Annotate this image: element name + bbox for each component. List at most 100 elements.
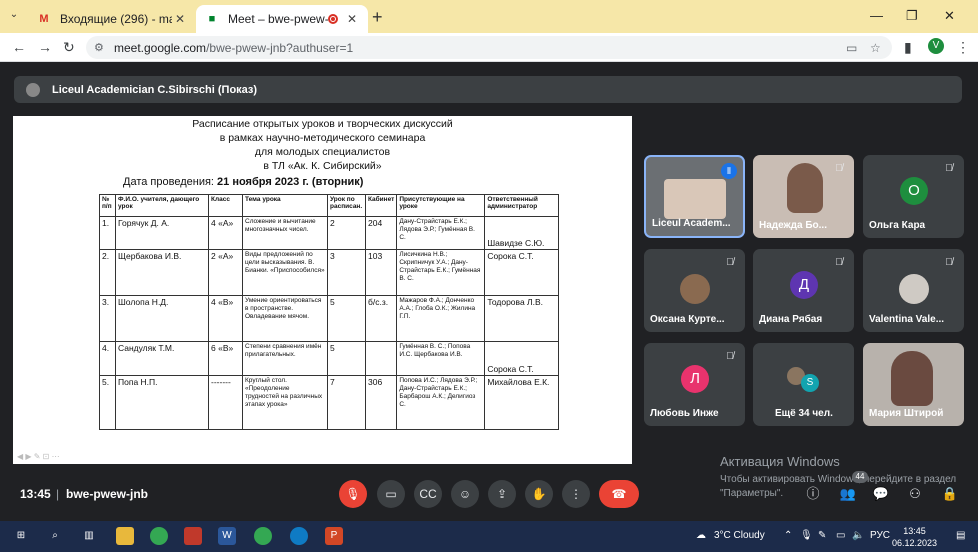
cell-admin: Михайлова Е.К. <box>484 375 560 430</box>
leave-call-button[interactable]: ☎ <box>599 480 639 508</box>
cell-room: 103 <box>364 249 398 296</box>
clock-date: 06.12.2023 <box>892 538 938 548</box>
cell-admin: Сорока С.Т. <box>484 249 560 296</box>
cell-lesson: 5 <box>327 295 366 342</box>
participant-tile[interactable]: 🎙̸ Valentina Vale... <box>863 249 964 332</box>
sidebar-icon[interactable]: ▮ <box>904 39 912 56</box>
pen-tray-icon[interactable]: ✎ <box>818 530 826 541</box>
cell-room: 306 <box>364 375 398 430</box>
activities-icon[interactable]: ⚇ <box>905 484 925 504</box>
powerpoint-icon[interactable]: P <box>325 527 343 545</box>
participant-name: Valentina Vale... <box>869 314 945 325</box>
weather-text[interactable]: 3°C Cloudy <box>714 530 765 541</box>
watermark-title: Активация Windows <box>720 454 840 469</box>
tab-search-icon[interactable]: ⌄ <box>6 9 22 25</box>
screen: ⌄ M Входящие (296) - maria.stiroi@ ✕ ■ M… <box>0 0 978 552</box>
bookmark-star-icon[interactable]: ☆ <box>870 41 881 55</box>
app-icon[interactable] <box>184 527 202 545</box>
notifications-icon[interactable]: ▤ <box>956 530 965 541</box>
video-feed <box>787 163 823 213</box>
cell-class: ------- <box>208 375 243 430</box>
present-button[interactable]: ⇪ <box>488 480 516 508</box>
language-indicator[interactable]: РУС <box>870 530 890 541</box>
close-window-icon[interactable]: ✕ <box>944 8 955 24</box>
shared-screen: Расписание открытых уроков и творческих … <box>13 116 632 464</box>
slide-heading-line: в рамках научно-методического семинара <box>219 132 426 144</box>
chrome-active-icon[interactable] <box>254 527 272 545</box>
presenter-avatar <box>26 82 40 97</box>
info-icon[interactable]: ⓘ <box>803 484 823 504</box>
mic-off-button[interactable]: 🎙 <box>339 480 367 508</box>
muted-mic-icon: 🎙̸ <box>945 163 953 174</box>
column-header: Кабинет <box>364 194 398 217</box>
reload-icon[interactable]: ↻ <box>63 39 75 56</box>
browser-tab-strip: ⌄ M Входящие (296) - maria.stiroi@ ✕ ■ M… <box>0 0 978 33</box>
word-icon[interactable]: W <box>218 527 236 545</box>
participant-tile[interactable]: 🎙̸ Надежда Бо... <box>753 155 854 238</box>
browser-toolbar: ← → ↻ ⚙ meet.google.com/bwe-pwew-jnb?aut… <box>0 33 978 62</box>
cell-class: 4 «В» <box>208 295 243 342</box>
site-settings-icon[interactable]: ⚙ <box>94 41 104 54</box>
volume-icon[interactable]: 🔈 <box>852 530 864 541</box>
back-icon[interactable]: ← <box>12 39 26 55</box>
new-tab-icon[interactable]: + <box>372 7 383 28</box>
participant-tile[interactable]: 🎙̸ О Ольга Кара <box>863 155 964 238</box>
chrome-icon[interactable] <box>150 527 168 545</box>
participant-initial-avatar: S <box>801 374 819 392</box>
meeting-code: bwe-pwew-jnb <box>66 487 148 501</box>
participant-name: Диана Рябая <box>759 314 823 325</box>
raise-hand-button[interactable]: ✋ <box>525 480 553 508</box>
camera-icon[interactable]: ▭ <box>846 41 857 55</box>
restore-icon[interactable]: ❐ <box>906 8 918 24</box>
search-icon[interactable]: ⌕ <box>46 527 64 545</box>
more-options-button[interactable]: ⋮ <box>562 480 590 508</box>
tab-meet[interactable]: ■ Meet – bwe-pwew-jnb ✕ <box>196 5 368 33</box>
table-row: 1. Горячук Д. А. 4 «А» Сложение и вычита… <box>99 216 560 250</box>
people-icon[interactable]: 👥 <box>838 484 858 504</box>
tray-chevron-icon[interactable]: ⌃ <box>784 530 792 541</box>
participant-tile[interactable]: 🎙̸ Л Любовь Инже <box>644 343 745 426</box>
chat-icon[interactable]: 💬 <box>871 484 891 504</box>
participant-initial-avatar: Д <box>790 271 818 299</box>
weather-icon[interactable]: ☁ <box>696 530 706 541</box>
windows-start-icon[interactable]: ⊞ <box>12 527 30 545</box>
column-header: Присутствующие на уроке <box>396 194 486 217</box>
participant-photo-avatar <box>680 274 710 304</box>
participant-tile-more[interactable]: S Ещё 34 чел. <box>753 343 854 426</box>
camera-button[interactable]: ▭ <box>377 480 405 508</box>
taskbar-clock[interactable]: 13:45 06.12.2023 <box>892 525 937 549</box>
menu-kebab-icon[interactable]: ⋮ <box>956 39 970 56</box>
cell-lesson: 7 <box>327 375 366 430</box>
address-bar[interactable]: ⚙ meet.google.com/bwe-pwew-jnb?authuser=… <box>86 36 892 59</box>
tab-gmail[interactable]: M Входящие (296) - maria.stiroi@ ✕ <box>28 5 196 33</box>
participant-name: Оксана Курте... <box>650 314 725 325</box>
cell-topic: Круглый стол. «Преодоление трудностей на… <box>242 375 328 430</box>
participant-tile[interactable]: ⦀ Liceul Academ... <box>644 155 745 238</box>
participant-tile[interactable]: Мария Штирой <box>863 343 964 426</box>
table-row: 5. Попа Н.П. ------- Круглый стол. «Прео… <box>99 375 560 430</box>
close-tab-icon[interactable]: ✕ <box>344 12 360 26</box>
forward-icon[interactable]: → <box>38 39 52 55</box>
close-tab-icon[interactable]: ✕ <box>172 12 188 26</box>
cell-teacher: Горячук Д. А. <box>115 216 209 250</box>
participant-tile[interactable]: 🎙̸ Д Диана Рябая <box>753 249 854 332</box>
edge-icon[interactable] <box>290 527 308 545</box>
task-view-icon[interactable]: ▥ <box>80 527 98 545</box>
minimize-icon[interactable]: — <box>870 8 883 23</box>
captions-button[interactable]: CC <box>414 480 442 508</box>
emoji-button[interactable]: ☺ <box>451 480 479 508</box>
profile-avatar[interactable]: V <box>928 38 944 54</box>
slide-navigation-icons[interactable]: ◀ ▶ ✎ ⊡ ⋯ <box>17 452 60 461</box>
mic-tray-icon[interactable]: 🎙 <box>800 530 813 541</box>
separator: | <box>56 487 60 501</box>
cell-class: 4 «А» <box>208 216 243 250</box>
participant-tile[interactable]: 🎙̸ Оксана Курте... <box>644 249 745 332</box>
cell-present: Гумённая В. С.; Попова И.С. Щербакова И.… <box>396 341 486 376</box>
host-controls-icon[interactable]: 🔒 <box>940 484 960 504</box>
file-explorer-icon[interactable] <box>116 527 134 545</box>
network-icon[interactable]: ▭ <box>836 530 845 541</box>
slide-heading-line: в ТЛ «Ак. К. Сибирский» <box>263 160 382 172</box>
cell-admin: Сорока С.Т. <box>484 341 560 376</box>
participant-initial-avatar: Л <box>681 365 709 393</box>
url-path: /bwe-pwew-jnb?authuser=1 <box>206 40 354 55</box>
